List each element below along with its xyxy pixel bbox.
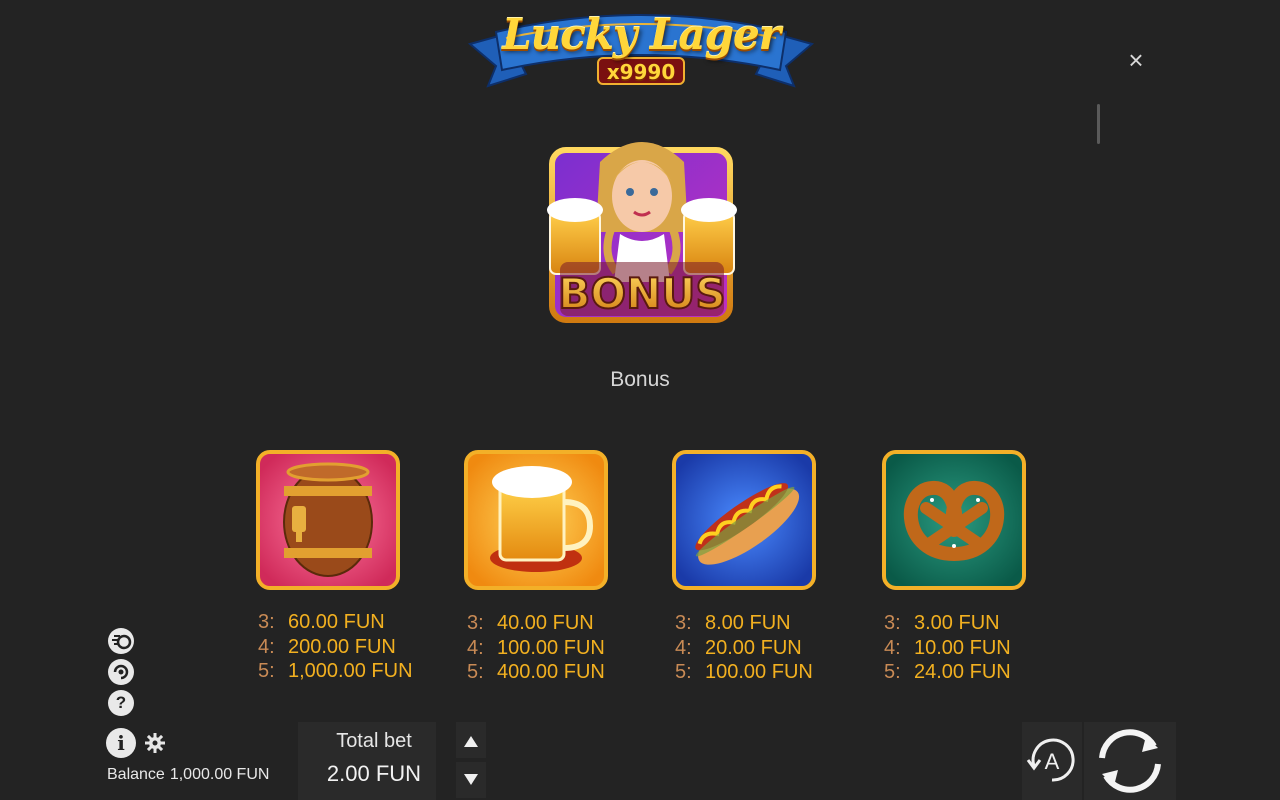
autoplay-button[interactable]: A xyxy=(1022,722,1082,800)
payout-row: 5: 24.00 FUN xyxy=(884,661,1011,683)
beer-mug-icon xyxy=(464,450,608,590)
payout-row: 4: 100.00 FUN xyxy=(467,636,605,659)
scrollbar[interactable] xyxy=(1097,104,1100,144)
quick-spin-icon[interactable] xyxy=(108,659,134,685)
arrow-up-icon xyxy=(464,736,478,747)
bonus-symbol-art: BONUS xyxy=(547,142,737,323)
hot-dog-icon xyxy=(672,450,816,590)
paytable-hot-dog: 3: 8.00 FUN 4: 20.00 FUN 5: 100.00 FUN xyxy=(675,611,813,685)
game-logo: Lucky Lager x9990 xyxy=(466,4,816,90)
autoplay-label: A xyxy=(1045,749,1060,774)
paytable-pretzel: 3: 3.00 FUN 4: 10.00 FUN 5: 24.00 FUN xyxy=(884,611,1011,685)
bonus-caption: Bonus xyxy=(610,368,670,391)
payout-row: 3: 40.00 FUN xyxy=(467,612,594,634)
arrow-down-icon xyxy=(464,774,478,785)
total-bet-label: Total bet xyxy=(336,730,412,752)
bet-decrease-button[interactable] xyxy=(456,762,486,798)
logo-title: Lucky Lager xyxy=(502,10,781,59)
turbo-spin-icon[interactable] xyxy=(108,628,134,654)
payout-row: 5: 1,000.00 FUN xyxy=(258,660,413,682)
bet-increase-button[interactable] xyxy=(456,722,486,758)
pretzel-icon xyxy=(882,450,1026,590)
logo-multiplier: x9990 xyxy=(606,60,676,84)
payout-row: 5: 400.00 FUN xyxy=(467,661,605,683)
payout-row: 4: 200.00 FUN xyxy=(258,635,396,658)
symbol-beer-mug xyxy=(464,450,608,590)
payout-row: 5: 100.00 FUN xyxy=(675,661,813,683)
gear-glyph xyxy=(145,733,165,753)
paytable-beer-barrel: 3: 60.00 FUN 4: 200.00 FUN 5: 1,000.00 FUN xyxy=(258,610,413,684)
info-icon[interactable]: i xyxy=(106,728,136,758)
bonus-symbol: BONUS xyxy=(530,122,754,326)
total-bet-panel: Total bet 2.00 FUN xyxy=(298,722,436,800)
total-bet-value: 2.00 FUN xyxy=(326,761,422,786)
balance-value: 1,000.00 FUN xyxy=(169,766,270,783)
payout-row: 3: 3.00 FUN xyxy=(884,612,1000,634)
barrel-icon xyxy=(256,450,400,590)
spin-icon xyxy=(1099,729,1161,793)
payout-row: 4: 20.00 FUN xyxy=(675,636,802,659)
autoplay-icon: A xyxy=(1026,738,1075,782)
balance-display: Balance 1,000.00 FUN xyxy=(107,766,269,784)
gear-icon[interactable] xyxy=(144,732,166,754)
quick-spin-glyph xyxy=(109,660,133,684)
turbo-spin-glyph xyxy=(109,629,133,653)
symbol-hot-dog xyxy=(672,450,816,590)
help-icon[interactable]: ? xyxy=(108,690,134,716)
symbol-beer-barrel xyxy=(256,450,400,590)
game-screen: Lucky Lager x9990 × BONUS Bonus 3: 60.00… xyxy=(0,0,1280,800)
symbol-pretzel xyxy=(882,450,1026,590)
bonus-symbol-text: BONUS xyxy=(558,269,725,318)
payout-row: 3: 8.00 FUN xyxy=(675,612,791,634)
paytable-beer-mug: 3: 40.00 FUN 4: 100.00 FUN 5: 400.00 FUN xyxy=(467,611,605,685)
payout-row: 3: 60.00 FUN xyxy=(258,611,385,633)
close-button[interactable]: × xyxy=(1124,47,1148,73)
spin-button[interactable] xyxy=(1084,722,1176,800)
payout-row: 4: 10.00 FUN xyxy=(884,636,1011,659)
balance-label: Balance xyxy=(107,766,165,783)
